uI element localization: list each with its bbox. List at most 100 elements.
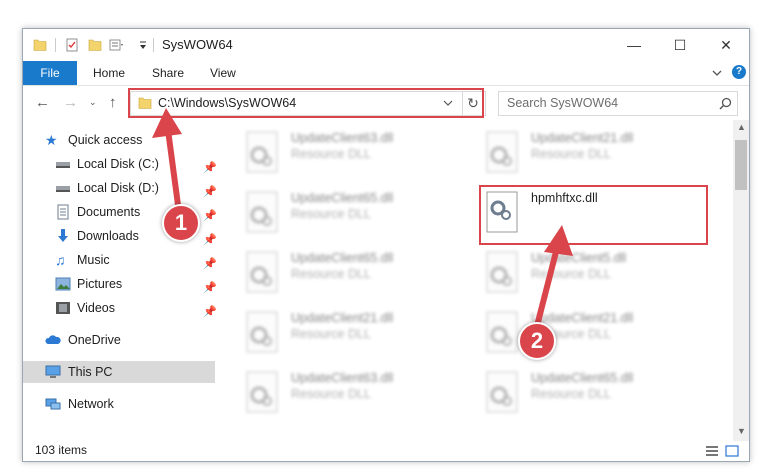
scrollbar-thumb[interactable] xyxy=(735,140,747,190)
file-name: UpdateClient65.dll xyxy=(291,251,394,265)
sidebar-item-label: Pictures xyxy=(77,277,123,291)
sidebar-item-label: Downloads xyxy=(77,229,139,243)
sidebar-item-quick-access[interactable]: ★ Quick access xyxy=(45,129,215,151)
sidebar-item-label: OneDrive xyxy=(68,333,121,347)
tab-home[interactable]: Home xyxy=(93,61,125,85)
file-item[interactable]: UpdateClient63.dll Resource DLL xyxy=(225,367,435,427)
help-icon[interactable]: ? xyxy=(732,65,746,79)
view-options-icon[interactable] xyxy=(109,38,125,52)
file-item[interactable]: UpdateClient21.dll Resource DLL xyxy=(465,127,675,187)
sidebar-item-local-disk-c[interactable]: Local Disk (C:) 📌 xyxy=(55,153,217,175)
tab-file[interactable]: File xyxy=(23,61,77,85)
sidebar-item-label: Local Disk (D:) xyxy=(77,181,159,195)
file-item[interactable]: UpdateClient5.dll Resource DLL xyxy=(465,247,675,307)
file-type: Resource DLL xyxy=(291,387,371,401)
dll-file-icon xyxy=(246,191,278,233)
file-item[interactable]: UpdateClient21.dll Resource DLL xyxy=(465,307,675,367)
scroll-up-icon[interactable]: ▲ xyxy=(737,122,746,132)
dll-file-icon xyxy=(486,131,518,173)
star-icon: ★ xyxy=(45,132,58,148)
file-name: UpdateClient21.dll xyxy=(291,311,394,325)
file-list: UpdateClient63.dll Resource DLL UpdateCl… xyxy=(225,125,733,437)
search-input[interactable]: Search SysWOW64 xyxy=(498,91,738,116)
file-name: UpdateClient21.dll xyxy=(531,311,634,325)
file-item[interactable]: UpdateClient21.dll Resource DLL xyxy=(225,307,435,367)
address-bar-highlight xyxy=(128,88,484,118)
file-type: Resource DLL xyxy=(531,267,611,281)
sidebar-item-music[interactable]: ♫ Music 📌 xyxy=(55,249,217,271)
minimize-button[interactable]: — xyxy=(611,29,657,61)
recent-locations-icon[interactable]: ⌄ xyxy=(89,97,97,108)
sidebar-item-local-disk-d[interactable]: Local Disk (D:) 📌 xyxy=(55,177,217,199)
file-type: Resource DLL xyxy=(291,267,371,281)
network-icon xyxy=(45,398,61,410)
pictures-icon xyxy=(55,277,71,291)
step-1-badge: 1 xyxy=(162,204,200,242)
pin-icon[interactable]: 📌 xyxy=(203,181,217,203)
computer-icon xyxy=(45,365,61,378)
divider xyxy=(153,38,154,52)
file-item[interactable]: UpdateClient65.dll Resource DLL xyxy=(225,187,435,247)
search-placeholder: Search SysWOW64 xyxy=(507,96,619,110)
file-name: UpdateClient65.dll xyxy=(531,371,634,385)
vertical-scrollbar[interactable]: ▲ ▼ xyxy=(733,120,749,441)
sidebar-item-label: Network xyxy=(68,397,114,411)
drive-icon xyxy=(56,186,70,192)
chevron-down-icon[interactable] xyxy=(711,68,723,78)
status-bar: 103 items xyxy=(23,441,749,461)
item-count: 103 items xyxy=(35,443,88,457)
sidebar-item-network[interactable]: Network xyxy=(45,393,215,415)
close-button[interactable]: ✕ xyxy=(703,29,749,61)
search-icon[interactable] xyxy=(719,97,732,110)
file-highlight xyxy=(479,185,708,245)
pin-icon[interactable]: 📌 xyxy=(203,157,217,179)
file-name: UpdateClient65.dll xyxy=(291,191,394,205)
file-type: Resource DLL xyxy=(291,147,371,161)
music-icon: ♫ xyxy=(55,252,66,268)
file-type: Resource DLL xyxy=(531,147,611,161)
sidebar-item-label: Quick access xyxy=(68,133,143,147)
file-name: UpdateClient63.dll xyxy=(291,131,394,145)
pin-icon[interactable]: 📌 xyxy=(203,205,217,227)
sidebar-item-onedrive[interactable]: OneDrive xyxy=(45,329,215,351)
sidebar-item-label: Music xyxy=(77,253,110,267)
forward-arrow-icon[interactable]: → xyxy=(63,94,78,111)
folder-icon xyxy=(33,39,47,51)
properties-icon[interactable] xyxy=(65,38,79,52)
tab-view[interactable]: View xyxy=(210,61,236,85)
pin-icon[interactable]: 📌 xyxy=(203,301,217,323)
back-arrow-icon[interactable]: ← xyxy=(35,94,50,111)
ribbon-tabs: File Home Share View ? xyxy=(23,61,749,86)
sidebar-item-label: Videos xyxy=(77,301,115,315)
dll-file-icon xyxy=(246,371,278,413)
up-arrow-icon[interactable]: ↑ xyxy=(109,94,117,111)
pin-icon[interactable]: 📌 xyxy=(203,229,217,251)
dll-file-icon xyxy=(486,371,518,413)
file-type: Resource DLL xyxy=(291,207,371,221)
details-view-icon[interactable] xyxy=(705,445,719,457)
file-item[interactable]: UpdateClient63.dll Resource DLL xyxy=(225,127,435,187)
pin-icon[interactable]: 📌 xyxy=(203,253,217,275)
divider xyxy=(55,38,56,52)
sidebar-item-label: This PC xyxy=(68,365,113,379)
file-name: UpdateClient63.dll xyxy=(291,371,394,385)
sidebar-item-this-pc[interactable]: This PC xyxy=(23,361,215,383)
step-2-badge: 2 xyxy=(518,322,556,360)
sidebar-item-pictures[interactable]: Pictures 📌 xyxy=(55,273,217,295)
file-type: Resource DLL xyxy=(291,327,371,341)
new-folder-icon[interactable] xyxy=(88,38,102,52)
navigation-pane: ★ Quick access Local Disk (C:) 📌 Local D… xyxy=(23,125,217,437)
cloud-icon xyxy=(45,335,61,344)
customize-toolbar-icon[interactable] xyxy=(138,38,148,52)
scroll-down-icon[interactable]: ▼ xyxy=(737,426,746,436)
file-item[interactable]: UpdateClient65.dll Resource DLL xyxy=(465,367,675,427)
sidebar-item-label: Documents xyxy=(77,205,141,219)
file-type: Resource DLL xyxy=(531,387,611,401)
file-item[interactable]: UpdateClient65.dll Resource DLL xyxy=(225,247,435,307)
file-name: UpdateClient5.dll xyxy=(531,251,627,265)
pin-icon[interactable]: 📌 xyxy=(203,277,217,299)
large-icons-view-icon[interactable] xyxy=(725,445,739,457)
sidebar-item-videos[interactable]: Videos 📌 xyxy=(55,297,217,319)
maximize-button[interactable]: ☐ xyxy=(657,29,703,61)
tab-share[interactable]: Share xyxy=(152,61,184,85)
